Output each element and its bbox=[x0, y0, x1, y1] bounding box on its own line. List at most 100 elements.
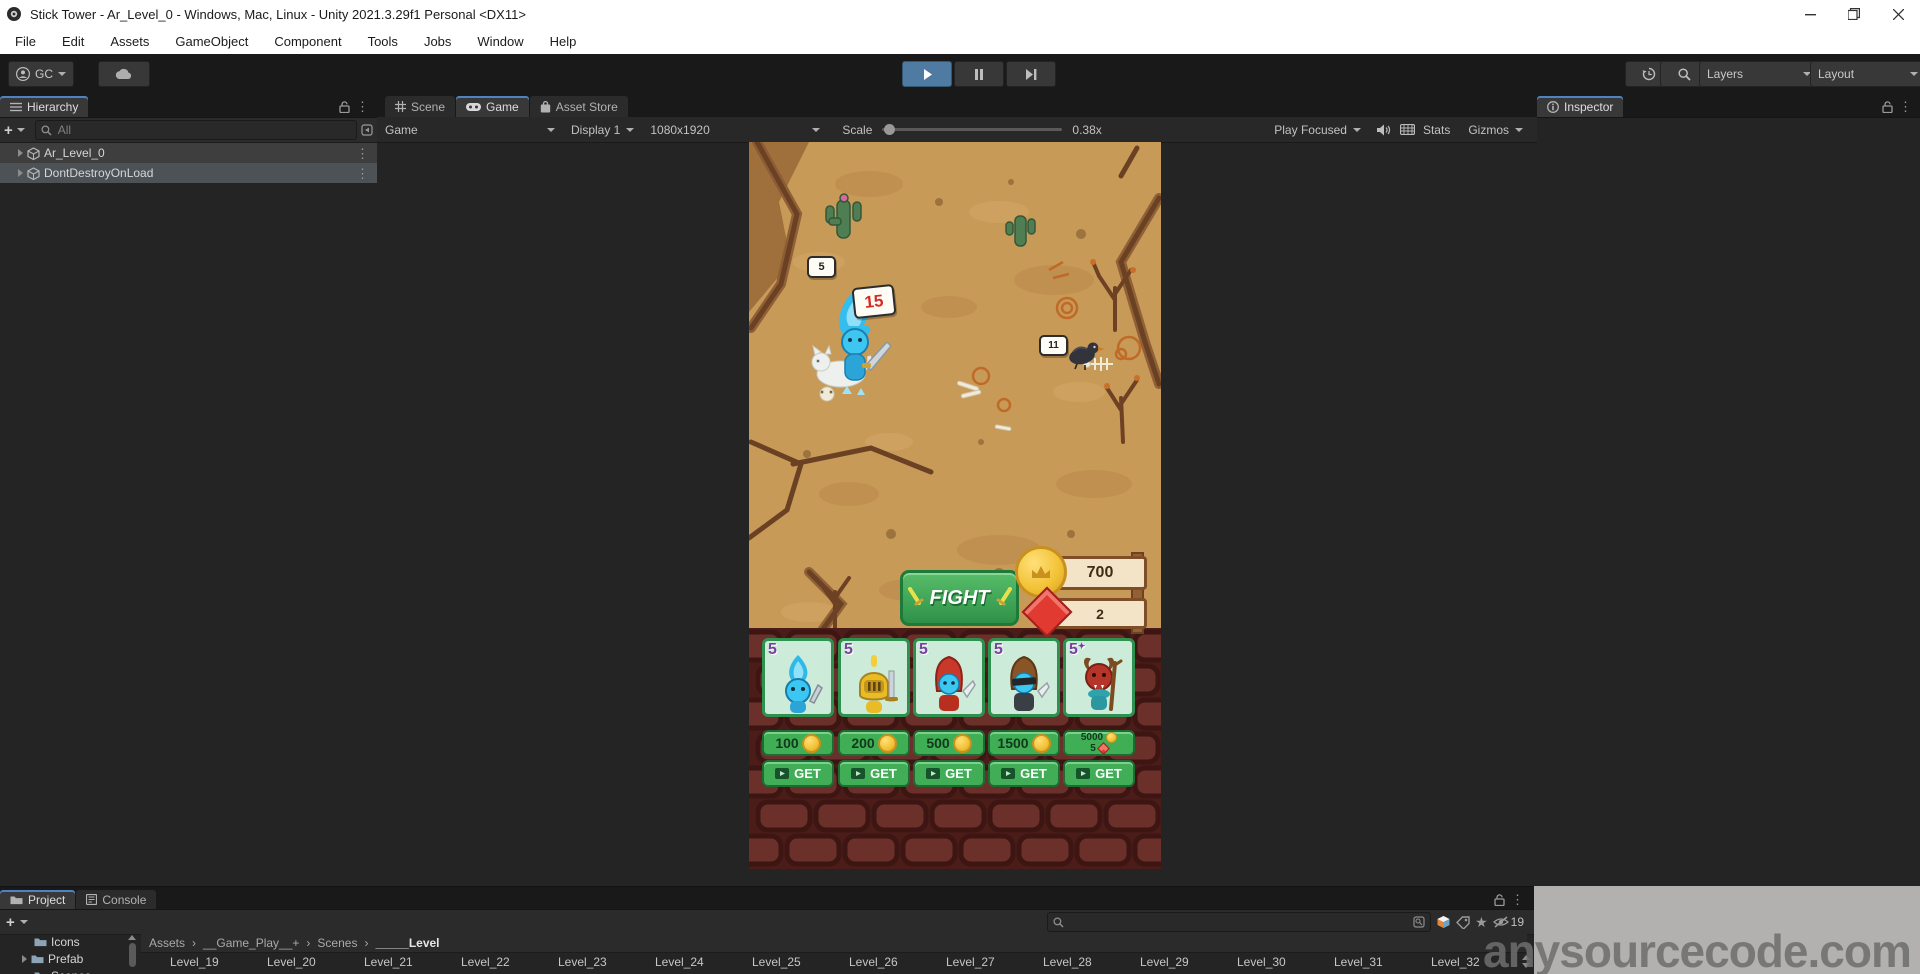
search-filter-icon[interactable] bbox=[1413, 916, 1425, 928]
vsync-grid-icon[interactable] bbox=[1400, 124, 1415, 135]
lock-icon[interactable] bbox=[339, 101, 350, 113]
menu-window[interactable]: Window bbox=[464, 28, 536, 54]
expand-arrow-icon[interactable] bbox=[22, 955, 27, 963]
hierarchy-search[interactable] bbox=[35, 120, 357, 140]
hierarchy-row-scene[interactable]: Ar_Level_0 ⋮ bbox=[0, 143, 377, 163]
get-button-1[interactable]: GET bbox=[762, 760, 834, 787]
tab-scene[interactable]: Scene bbox=[385, 96, 455, 117]
tab-asset-store[interactable]: Asset Store bbox=[530, 96, 628, 117]
file-level-22[interactable]: Level_22 bbox=[461, 955, 510, 969]
menu-edit[interactable]: Edit bbox=[49, 28, 97, 54]
file-level-30[interactable]: Level_30 bbox=[1237, 955, 1286, 969]
add-object-button[interactable]: + bbox=[4, 122, 13, 139]
get-button-2[interactable]: GET bbox=[838, 760, 910, 787]
display-dropdown[interactable]: Display 1 bbox=[563, 117, 642, 142]
expand-arrow-icon[interactable] bbox=[18, 149, 23, 157]
tree-item-icons[interactable]: Icons bbox=[0, 933, 140, 950]
file-level-21[interactable]: Level_21 bbox=[364, 955, 413, 969]
project-search[interactable] bbox=[1047, 912, 1431, 932]
scale-slider-knob[interactable] bbox=[884, 124, 895, 135]
project-search-input[interactable] bbox=[1068, 914, 1409, 930]
mute-audio-icon[interactable] bbox=[1377, 124, 1392, 136]
get-button-3[interactable]: GET bbox=[913, 760, 985, 787]
minimize-button[interactable] bbox=[1788, 0, 1832, 28]
tab-project[interactable]: Project bbox=[0, 890, 75, 909]
tab-game[interactable]: Game bbox=[456, 96, 529, 117]
pause-button[interactable] bbox=[954, 61, 1004, 87]
close-button[interactable] bbox=[1876, 0, 1920, 28]
chevron-down-icon[interactable] bbox=[17, 128, 25, 132]
menu-tools[interactable]: Tools bbox=[355, 28, 411, 54]
kebab-menu-icon[interactable]: ⋮ bbox=[356, 100, 369, 113]
game-viewport[interactable]: 5 15 11 FIGHT 700 bbox=[749, 142, 1161, 869]
file-level-19[interactable]: Level_19 bbox=[170, 955, 219, 969]
fight-button[interactable]: FIGHT bbox=[900, 570, 1019, 626]
tab-hierarchy[interactable]: Hierarchy bbox=[0, 96, 88, 117]
file-level-29[interactable]: Level_29 bbox=[1140, 955, 1189, 969]
menu-component[interactable]: Component bbox=[261, 28, 354, 54]
scene-picker-icon[interactable] bbox=[361, 124, 373, 136]
lock-icon[interactable] bbox=[1494, 894, 1505, 906]
unit-card-red-hood[interactable]: 5 bbox=[913, 638, 985, 717]
unit-card-knight[interactable]: 5 bbox=[838, 638, 910, 717]
file-level-26[interactable]: Level_26 bbox=[849, 955, 898, 969]
file-level-20[interactable]: Level_20 bbox=[267, 955, 316, 969]
get-button-5[interactable]: GET bbox=[1063, 760, 1135, 787]
gizmos-dropdown[interactable]: Gizmos bbox=[1460, 117, 1531, 142]
file-level-31[interactable]: Level_31 bbox=[1334, 955, 1383, 969]
scroll-up-icon[interactable] bbox=[128, 935, 136, 940]
price-button-1[interactable]: 100 bbox=[762, 730, 834, 756]
kebab-menu-icon[interactable]: ⋮ bbox=[1511, 893, 1524, 906]
file-level-27[interactable]: Level_27 bbox=[946, 955, 995, 969]
menu-file[interactable]: File bbox=[2, 28, 49, 54]
layout-dropdown[interactable]: Layout bbox=[1810, 61, 1920, 87]
breadcrumb-level[interactable]: _____Level bbox=[375, 936, 439, 950]
account-button[interactable]: GC bbox=[8, 61, 74, 87]
tree-scrollbar[interactable] bbox=[127, 935, 137, 974]
menu-jobs[interactable]: Jobs bbox=[411, 28, 464, 54]
price-button-3[interactable]: 500 bbox=[913, 730, 985, 756]
play-focused-dropdown[interactable]: Play Focused bbox=[1266, 117, 1369, 142]
scrollbar-thumb[interactable] bbox=[129, 943, 136, 967]
scale-slider[interactable] bbox=[882, 128, 1062, 131]
stats-button[interactable]: Stats bbox=[1423, 123, 1450, 137]
breadcrumb-scenes[interactable]: Scenes bbox=[317, 936, 357, 950]
kebab-menu-icon[interactable]: ⋮ bbox=[1899, 100, 1912, 113]
get-button-4[interactable]: GET bbox=[988, 760, 1060, 787]
price-button-4[interactable]: 1500 bbox=[988, 730, 1060, 756]
expand-arrow-icon[interactable] bbox=[18, 169, 23, 177]
file-level-23[interactable]: Level_23 bbox=[558, 955, 607, 969]
tab-inspector[interactable]: Inspector bbox=[1537, 96, 1623, 117]
cloud-button[interactable] bbox=[98, 61, 150, 87]
hierarchy-search-input[interactable] bbox=[56, 122, 351, 138]
chevron-down-icon[interactable] bbox=[20, 920, 28, 924]
resolution-dropdown[interactable]: 1080x1920 bbox=[642, 117, 828, 142]
file-level-25[interactable]: Level_25 bbox=[752, 955, 801, 969]
menu-help[interactable]: Help bbox=[537, 28, 590, 54]
unit-card-demon[interactable]: 5✦ bbox=[1063, 638, 1135, 717]
breadcrumb-game-play[interactable]: __Game_Play__+ bbox=[203, 936, 299, 950]
kebab-menu-icon[interactable]: ⋮ bbox=[356, 147, 369, 160]
price-button-2[interactable]: 200 bbox=[838, 730, 910, 756]
layers-dropdown[interactable]: Layers bbox=[1699, 61, 1819, 87]
file-level-24[interactable]: Level_24 bbox=[655, 955, 704, 969]
breadcrumb-assets[interactable]: Assets bbox=[149, 936, 185, 950]
tab-console[interactable]: Console bbox=[76, 890, 156, 909]
tree-item-prefab[interactable]: Prefab bbox=[0, 950, 140, 967]
package-icon[interactable] bbox=[1436, 915, 1451, 929]
display-mode-dropdown[interactable]: Game bbox=[377, 117, 563, 142]
tag-icon[interactable] bbox=[1456, 916, 1470, 929]
lock-icon[interactable] bbox=[1882, 101, 1893, 113]
tree-item-scenes[interactable]: Scenes bbox=[0, 967, 140, 974]
step-button[interactable] bbox=[1006, 61, 1056, 87]
price-button-5[interactable]: 5000 5 bbox=[1063, 730, 1135, 756]
kebab-menu-icon[interactable]: ⋮ bbox=[356, 167, 369, 180]
play-button[interactable] bbox=[902, 61, 952, 87]
file-level-32[interactable]: Level_32 bbox=[1431, 955, 1480, 969]
unit-card-bandit[interactable]: 5 bbox=[988, 638, 1060, 717]
unit-card-ice[interactable]: 5 bbox=[762, 638, 834, 717]
restore-button[interactable] bbox=[1832, 0, 1876, 28]
menu-assets[interactable]: Assets bbox=[97, 28, 162, 54]
add-asset-button[interactable]: + bbox=[6, 914, 15, 931]
hierarchy-row-dontdestroyonload[interactable]: DontDestroyOnLoad ⋮ bbox=[0, 163, 377, 183]
